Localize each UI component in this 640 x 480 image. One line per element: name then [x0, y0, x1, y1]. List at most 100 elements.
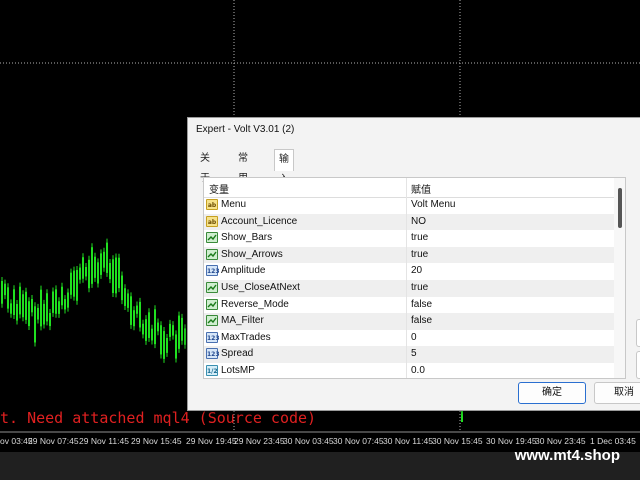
candle-body [43, 303, 45, 325]
candle-body [82, 257, 84, 279]
candle-body [151, 328, 153, 341]
table-row[interactable]: 1/2 LotsMP 0.0 [204, 363, 614, 378]
param-value[interactable]: true [411, 249, 428, 260]
expert-properties-dialog[interactable]: Expert - Volt V3.01 (2) 关于 常用 输入参数 变量 赋值… [187, 117, 640, 411]
candle-body [124, 288, 126, 306]
table-row[interactable]: Reverse_Mode false [204, 297, 614, 314]
candle-body [115, 257, 117, 294]
table-row[interactable]: Show_Arrows true [204, 246, 614, 264]
time-tick-label: 30 Nov 03:45 [283, 436, 334, 446]
column-separator [406, 178, 407, 378]
param-name: Use_CloseAtNext [221, 282, 300, 293]
candle-body [88, 259, 90, 289]
side-button[interactable] [636, 319, 640, 347]
double-type-icon: 1/2 [206, 365, 218, 376]
candle-body [106, 242, 108, 273]
candle-body [85, 267, 87, 277]
param-value[interactable]: 0.0 [411, 365, 425, 376]
table-row[interactable]: ab Account_Licence NO [204, 213, 614, 231]
param-name: LotsMP [221, 365, 255, 376]
time-tick-label: 30 Nov 23:45 [535, 436, 586, 446]
candle-body [169, 323, 171, 337]
integer-type-icon: 123 [206, 348, 220, 360]
time-tick-label: 29 Nov 23:45 [234, 436, 285, 446]
candle-body [118, 257, 120, 289]
integer-type-icon: 123 [206, 265, 220, 277]
param-value[interactable]: 20 [411, 265, 422, 276]
candle-body [172, 325, 174, 336]
candle-body [160, 325, 162, 355]
param-value[interactable]: NO [411, 216, 426, 227]
table-row[interactable]: Show_Bars true [204, 230, 614, 247]
integer-type-icon: 123 [206, 331, 220, 343]
time-tick-label: 29 Nov 11:45 [79, 436, 129, 446]
table-row[interactable]: 123 Amplitude 20 [204, 263, 614, 280]
time-tick-label: 1 Dec 03:45 [590, 436, 636, 446]
candle-body [103, 251, 105, 268]
param-value[interactable]: Volt Menu [411, 199, 455, 210]
candle-body [13, 289, 15, 315]
param-value[interactable]: 5 [411, 348, 417, 359]
candle-body [136, 305, 138, 314]
tab-common[interactable]: 常用 [234, 149, 252, 184]
candle-body [175, 334, 177, 359]
param-name: Reverse_Mode [221, 298, 289, 310]
column-header-variable[interactable]: 变量 [209, 181, 229, 196]
param-name: Spread [221, 348, 254, 360]
candle-body [31, 299, 33, 313]
table-row[interactable]: 123 MaxTrades 0 [204, 330, 614, 347]
param-name: Account_Licence [221, 215, 298, 227]
candle-body [142, 323, 144, 335]
param-value[interactable]: true [411, 282, 428, 293]
param-value[interactable]: false [411, 299, 432, 310]
candle-body [73, 270, 75, 297]
cancel-button[interactable]: 取消 [594, 382, 640, 404]
bool-type-icon [206, 315, 218, 327]
scrollbar-thumb[interactable] [618, 188, 622, 228]
candle-body [91, 247, 93, 284]
side-button[interactable] [636, 351, 640, 379]
table-scrollbar[interactable] [614, 178, 625, 378]
candle-body [97, 262, 99, 284]
bool-type-icon [206, 232, 218, 244]
candle-body [139, 301, 141, 328]
column-header-value[interactable]: 赋值 [411, 181, 431, 196]
candle-body [100, 253, 102, 275]
param-name: Menu [221, 199, 247, 210]
candle-body [145, 319, 147, 341]
table-header: 变量 赋值 [204, 178, 614, 198]
table-row[interactable]: 123 Spread 5 [204, 346, 614, 363]
candle-body [181, 317, 183, 341]
tab-inputs[interactable]: 输入参数 [274, 149, 294, 225]
time-tick-label: 30 Nov 07:45 [333, 436, 384, 446]
candle-body [79, 267, 81, 280]
candle-body [34, 306, 36, 343]
inputs-table[interactable]: 变量 赋值 ab Menu Volt Menu ab Account_Licence NO… [203, 177, 626, 379]
candle-body [64, 299, 66, 310]
candle-body [25, 291, 27, 320]
candle-body [70, 272, 72, 295]
param-name: Show_Bars [221, 232, 273, 244]
ok-button[interactable]: 确定 [518, 382, 586, 404]
candle-body [19, 286, 21, 315]
tab-about[interactable]: 关于 [196, 149, 214, 184]
candle-body [67, 292, 69, 308]
table-row[interactable]: Use_CloseAtNext true [204, 280, 614, 297]
param-name: Amplitude [221, 265, 266, 277]
time-tick-label: 29 Nov 15:45 [131, 436, 182, 446]
param-name: Show_Arrows [221, 248, 283, 260]
string-type-icon: ab [206, 199, 218, 210]
param-value[interactable]: false [411, 315, 432, 326]
bool-type-icon [206, 248, 218, 260]
param-value[interactable]: 0 [411, 332, 417, 343]
table-row[interactable]: MA_Filter false [204, 313, 614, 330]
candle-body [1, 280, 3, 304]
table-row[interactable]: ab Menu Volt Menu [204, 197, 614, 214]
param-value[interactable]: true [411, 232, 428, 243]
candle-body [163, 331, 165, 359]
string-type-icon: ab [206, 215, 218, 227]
candle-body [130, 296, 132, 325]
candle-body [121, 275, 123, 301]
candle-body [28, 301, 30, 327]
candle-body [52, 291, 54, 313]
